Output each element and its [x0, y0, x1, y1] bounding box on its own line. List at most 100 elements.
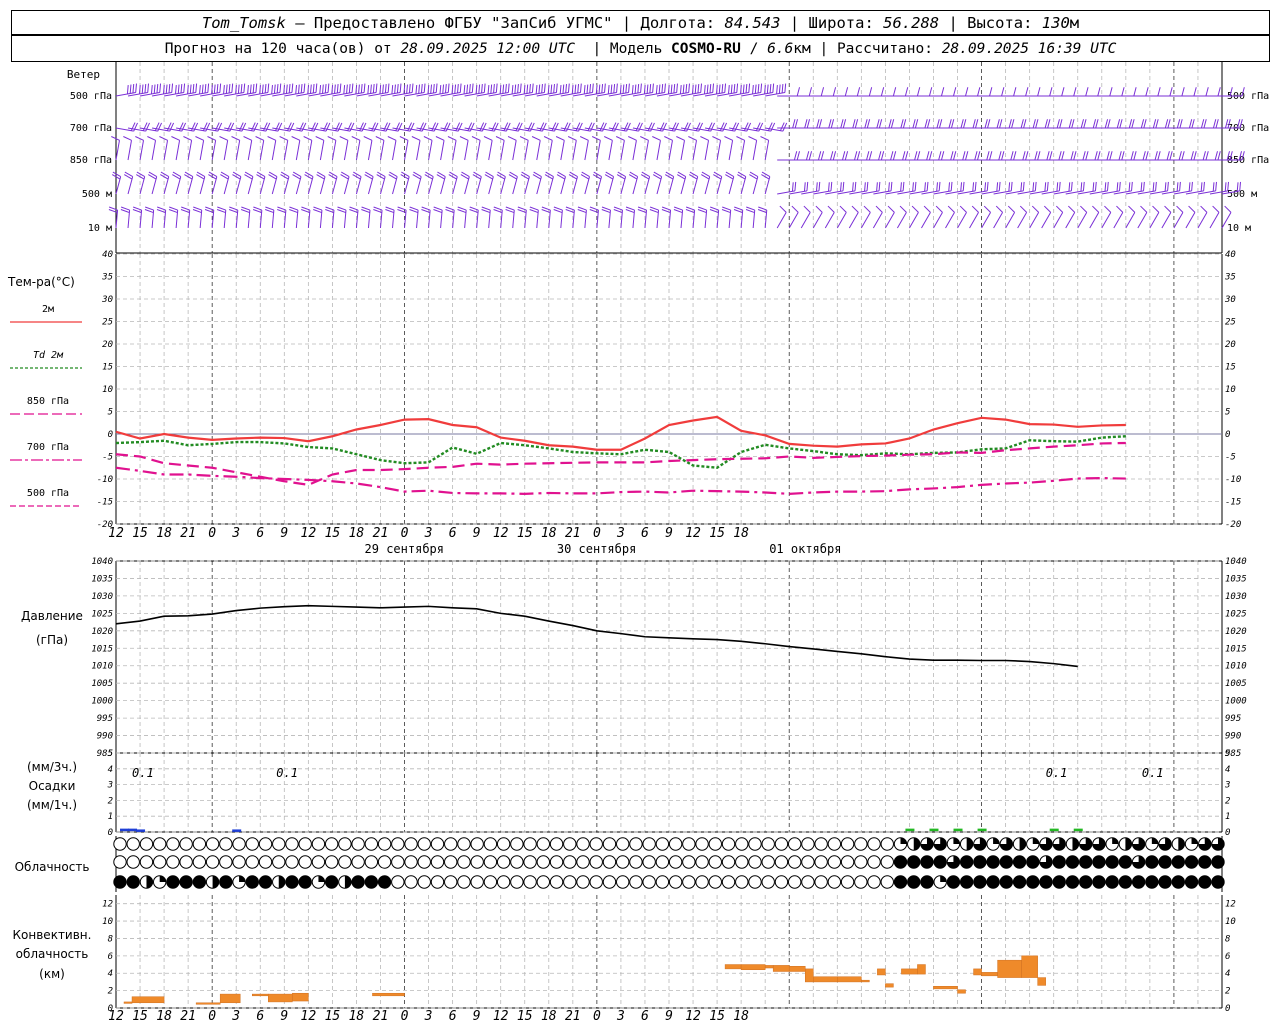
wind-barb: [532, 171, 542, 195]
cloud-circle: [523, 855, 537, 869]
wind-barb: [172, 171, 182, 195]
barb-feather: [960, 119, 964, 129]
wind-barb: [483, 136, 493, 161]
cloud-fill: [1178, 837, 1185, 851]
pressure-tick-right: 1020: [1225, 627, 1247, 637]
barb-shaft: [608, 140, 613, 161]
barb-feather: [519, 136, 529, 141]
barb-feather: [319, 84, 322, 95]
cloud-circle: [615, 875, 630, 889]
barb-feather: [940, 87, 945, 97]
cloud-cover-icon: [1118, 875, 1133, 889]
barb-feather: [878, 181, 881, 191]
temp-tick-left: 15: [102, 363, 113, 373]
cloud-title: Облачность: [15, 860, 90, 874]
wind-barb: [872, 205, 883, 229]
barb-feather: [1085, 151, 1089, 161]
barb-feather: [1071, 119, 1075, 129]
temp-tick-left: 25: [102, 318, 113, 328]
barb-shaft: [1137, 212, 1148, 229]
barb-feather: [295, 84, 298, 95]
barb-feather: [963, 119, 967, 129]
cloud-fill: [1191, 837, 1198, 844]
x-tick-label: 18: [541, 1009, 557, 1024]
cloud-cover-icon: [549, 855, 564, 869]
x-tick-label: 3: [424, 1009, 433, 1024]
barb-feather: [1145, 87, 1149, 97]
cloud-cover-icon: [642, 875, 656, 889]
wind-barb: [736, 136, 746, 161]
wind-barb: [208, 171, 218, 195]
x-tick-label: 21: [565, 1009, 581, 1024]
cloud-circle: [496, 875, 511, 889]
wind-barb: [316, 171, 326, 195]
barb-feather: [555, 136, 565, 141]
barb-feather: [1056, 182, 1059, 192]
wind-barb: [1113, 119, 1135, 129]
precip-annotation: 0.1: [276, 766, 298, 780]
barb-feather: [924, 119, 928, 129]
wind-barb: [1017, 87, 1041, 97]
barb-feather: [1094, 151, 1098, 161]
barb-feather: [730, 84, 733, 94]
barb-feather: [303, 136, 313, 141]
barb-shaft: [476, 140, 481, 161]
conv-tick-right: 6: [1225, 952, 1230, 962]
barb-feather: [165, 84, 168, 94]
barb-feather: [1055, 205, 1064, 213]
wind-barb: [616, 136, 625, 161]
barb-feather: [1191, 181, 1193, 191]
wind-barb: [1113, 205, 1124, 229]
wind-barb: [957, 181, 977, 195]
barb-feather: [1181, 151, 1185, 161]
barb-feather: [1224, 182, 1227, 192]
barb-feather: [195, 136, 204, 141]
barb-shaft: [560, 176, 566, 195]
barb-feather: [445, 84, 447, 94]
wind-barb: [196, 171, 206, 195]
wind-barb: [1017, 151, 1041, 161]
barb-feather: [996, 182, 999, 192]
barb-shaft: [969, 212, 979, 229]
cloud-fill: [1211, 875, 1225, 889]
pressure-tick-right: 995: [1225, 714, 1241, 724]
conv-cloud-bar: [837, 976, 862, 983]
x-tick-label: 0: [401, 526, 409, 541]
barb-feather: [469, 84, 471, 94]
barb-shaft: [788, 212, 799, 229]
conv-tick-right: 12: [1225, 900, 1236, 910]
barb-feather: [806, 119, 811, 129]
barb-feather: [721, 84, 724, 94]
wind-barb: [508, 171, 518, 195]
wind-barb: [447, 136, 457, 161]
x-tick-label: 12: [685, 1009, 701, 1024]
barb-feather: [700, 136, 709, 141]
wind-barb: [364, 171, 374, 195]
cloud-fill: [1079, 855, 1092, 869]
barb-feather: [1154, 151, 1158, 161]
wind-barb: [713, 171, 723, 195]
barb-shaft: [319, 176, 326, 195]
cloud-cover-icon: [1131, 875, 1146, 889]
wind-barb: [1197, 119, 1219, 129]
cloud-cover-icon: [668, 855, 683, 869]
barb-feather: [965, 151, 969, 161]
barb-feather: [842, 119, 847, 129]
barb-feather: [1044, 119, 1048, 129]
wind-barb: [436, 171, 446, 195]
wind-barb: [144, 206, 155, 229]
barb-feather: [315, 83, 318, 93]
wind-barb: [801, 119, 823, 129]
wind-barb: [664, 171, 675, 195]
barb-feather: [1121, 87, 1125, 97]
barb-feather: [983, 205, 991, 213]
barb-feather: [841, 151, 846, 161]
cloud-fill: [1092, 855, 1106, 869]
wind-barb: [1161, 87, 1185, 97]
barb-shaft: [933, 212, 943, 229]
barb-shaft: [1173, 212, 1184, 229]
wind-barb: [933, 119, 955, 129]
barb-feather: [998, 181, 1001, 191]
cloud-cover-icon: [245, 855, 259, 869]
wind-barb: [993, 151, 1017, 161]
